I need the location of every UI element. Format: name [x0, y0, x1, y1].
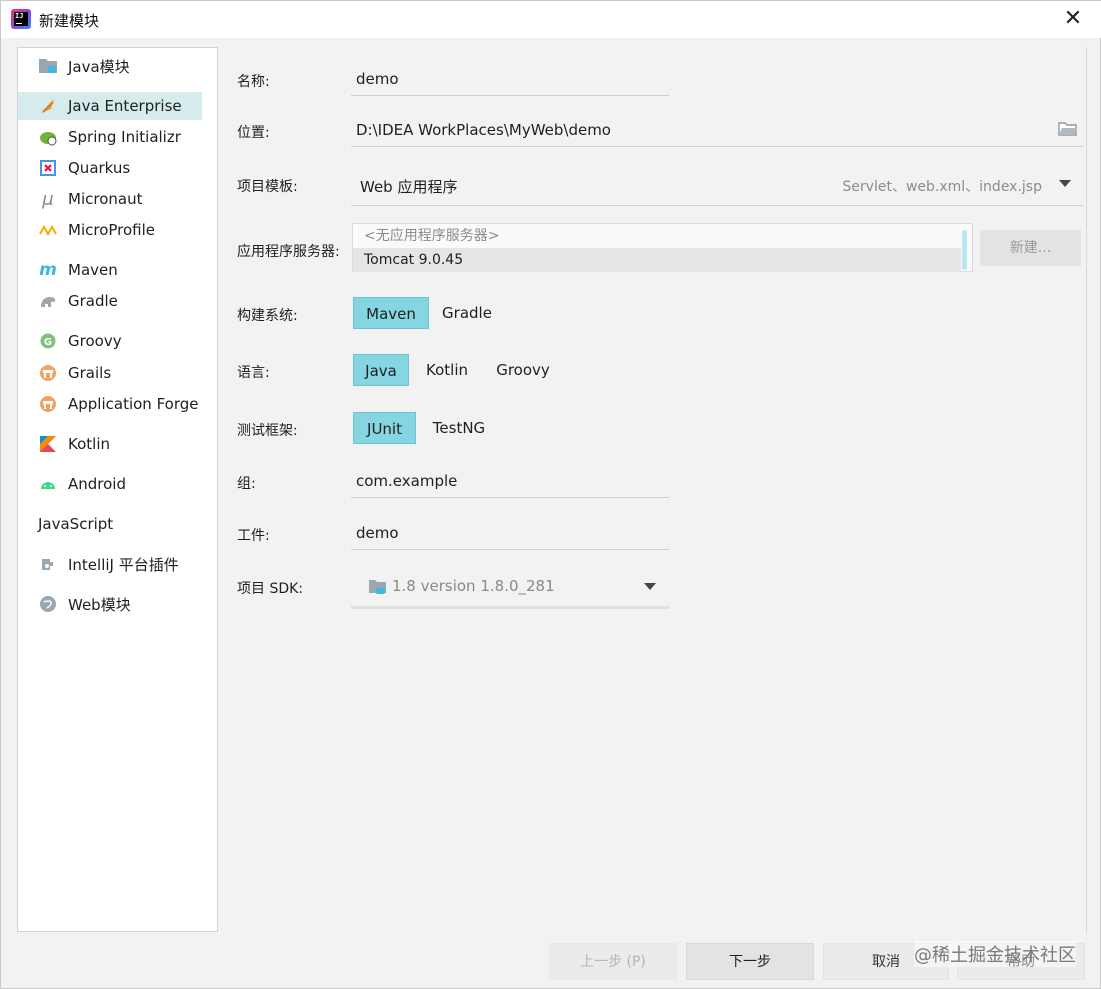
sidebar-item-java-enterprise[interactable]: Java Enterprise	[18, 92, 202, 120]
module-type-list: Java模块 Java Enterprise Spring Initializr…	[17, 47, 218, 932]
template-dropdown[interactable]: Web 应用程序 Servlet、web.xml、index.jsp	[351, 166, 1083, 206]
svg-text:G: G	[44, 337, 52, 348]
language-option-java[interactable]: Java	[353, 354, 409, 386]
language-label: 语言:	[237, 365, 270, 381]
server-option-none[interactable]: <无应用程序服务器>	[353, 224, 961, 248]
divider	[1086, 47, 1087, 933]
sidebar-item-intellij-plugin[interactable]: IntelliJ 平台插件	[18, 550, 202, 578]
sidebar-item-gradle[interactable]: Gradle	[18, 287, 202, 315]
application-forge-icon	[38, 394, 58, 414]
sidebar-item-maven[interactable]: m Maven	[18, 256, 202, 284]
android-icon	[38, 474, 58, 494]
chevron-down-icon	[644, 583, 656, 590]
template-hint: Servlet、web.xml、index.jsp	[842, 179, 1042, 195]
gradle-icon	[38, 291, 58, 311]
server-label: 应用程序服务器:	[237, 244, 340, 260]
build-system-label: 构建系统:	[237, 308, 298, 324]
test-option-junit[interactable]: JUnit	[353, 412, 416, 444]
sdk-dropdown[interactable]: 1.8 version 1.8.0_281	[351, 567, 669, 609]
chevron-down-icon	[1059, 180, 1071, 187]
plugin-icon	[38, 554, 58, 574]
groovy-icon: G	[38, 331, 58, 351]
java-enterprise-icon	[38, 96, 58, 116]
close-icon[interactable]: ✕	[1059, 5, 1087, 33]
sidebar-item-application-forge[interactable]: Application Forge	[18, 390, 202, 418]
sidebar-item-kotlin[interactable]: Kotlin	[18, 430, 202, 458]
sidebar-item-microprofile[interactable]: MicroProfile	[18, 216, 202, 244]
sidebar-item-javascript[interactable]: JavaScript	[18, 510, 202, 538]
server-list: <无应用程序服务器> Tomcat 9.0.45	[352, 223, 973, 272]
microprofile-icon	[38, 220, 58, 240]
name-field[interactable]: demo	[351, 62, 669, 96]
location-field[interactable]: D:\IDEA WorkPlaces\MyWeb\demo	[351, 113, 1083, 147]
language-option-kotlin[interactable]: Kotlin	[415, 354, 479, 386]
spring-icon	[38, 127, 58, 147]
new-server-button[interactable]: 新建...	[980, 230, 1081, 266]
template-value: Web 应用程序	[360, 178, 458, 196]
sidebar-item-spring-initializr[interactable]: Spring Initializr	[18, 123, 202, 151]
next-button[interactable]: 下一步	[686, 943, 814, 980]
scrollbar[interactable]	[962, 230, 967, 270]
quarkus-icon	[38, 158, 58, 178]
sdk-folder-icon	[368, 578, 388, 596]
sidebar-item-quarkus[interactable]: Quarkus	[18, 154, 202, 182]
artifact-field[interactable]: demo	[351, 516, 669, 550]
sidebar-item-web-module[interactable]: Web模块	[18, 590, 202, 618]
kotlin-icon	[38, 434, 58, 454]
web-module-icon	[38, 594, 58, 614]
folder-icon[interactable]	[1058, 121, 1078, 139]
sidebar-item-android[interactable]: Android	[18, 470, 202, 498]
title-bar: IJ 新建模块 ✕	[1, 1, 1101, 38]
server-option-tomcat[interactable]: Tomcat 9.0.45	[353, 248, 961, 272]
micronaut-icon: μ	[42, 188, 54, 210]
previous-button[interactable]: 上一步 (P)	[549, 943, 677, 980]
test-framework-label: 测试框架:	[237, 423, 298, 439]
grails-icon	[38, 363, 58, 383]
group-label: 组:	[237, 476, 256, 492]
sdk-value: 1.8 version 1.8.0_281	[392, 577, 555, 595]
location-label: 位置:	[237, 125, 270, 141]
sidebar-item-micronaut[interactable]: μ Micronaut	[18, 185, 202, 213]
sdk-label: 项目 SDK:	[237, 581, 304, 597]
window-title: 新建模块	[39, 12, 100, 30]
sidebar-item-java-module[interactable]: Java模块	[18, 52, 202, 80]
build-option-gradle[interactable]: Gradle	[433, 297, 501, 329]
maven-icon: m	[39, 260, 57, 280]
new-module-dialog: IJ 新建模块 ✕ Java模块 Java Enterprise Spring …	[0, 0, 1101, 989]
java-module-icon	[38, 56, 58, 76]
name-label: 名称:	[237, 74, 270, 90]
intellij-idea-icon: IJ	[11, 9, 31, 29]
build-option-maven[interactable]: Maven	[353, 297, 429, 329]
language-option-groovy[interactable]: Groovy	[487, 354, 559, 386]
sidebar-item-groovy[interactable]: G Groovy	[18, 327, 202, 355]
group-field[interactable]: com.example	[351, 464, 669, 498]
sidebar-item-grails[interactable]: Grails	[18, 359, 202, 387]
test-option-testng[interactable]: TestNG	[423, 412, 495, 444]
watermark: @稀土掘金技术社区	[914, 941, 1076, 967]
template-label: 项目模板:	[237, 179, 298, 195]
artifact-label: 工件:	[237, 528, 270, 544]
